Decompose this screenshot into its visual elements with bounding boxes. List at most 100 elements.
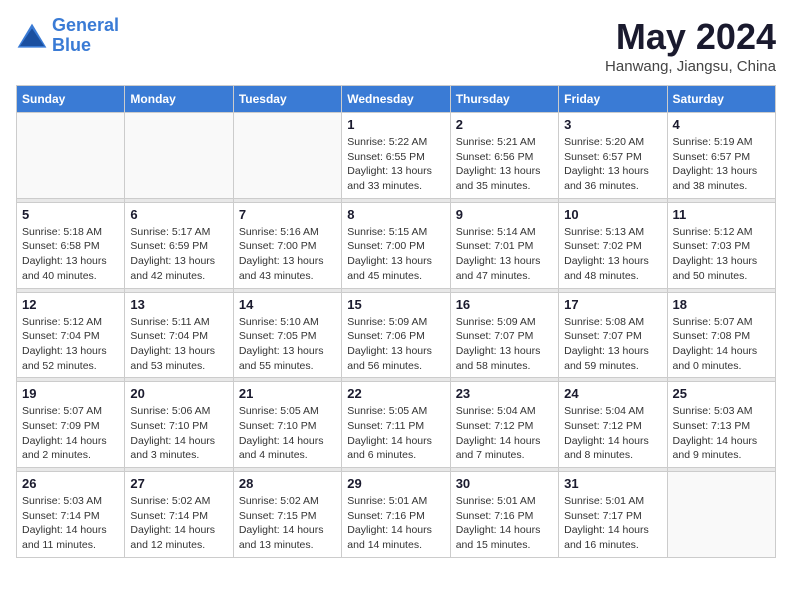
day-number: 19 — [22, 386, 119, 401]
calendar-cell: 16Sunrise: 5:09 AMSunset: 7:07 PMDayligh… — [450, 292, 558, 378]
calendar-cell: 10 Sunrise: 5:13 AMSunset: 7:02 PMDayligh… — [559, 202, 667, 288]
day-info: Sunrise: 5:01 AMSunset: 7:17 PMDaylight:… — [564, 494, 661, 553]
calendar-cell: 13Sunrise: 5:11 AMSunset: 7:04 PMDayligh… — [125, 292, 233, 378]
day-info: Sunrise: 5:01 AMSunset: 7:16 PMDaylight:… — [347, 494, 444, 553]
calendar-cell: 11Sunrise: 5:12 AMSunset: 7:03 PMDayligh… — [667, 202, 775, 288]
day-info: Sunrise: 5:08 AMSunset: 7:07 PMDaylight:… — [564, 315, 661, 374]
weekday-header: Tuesday — [233, 86, 341, 113]
logo-general: General — [52, 15, 119, 35]
calendar-cell: 31 Sunrise: 5:01 AMSunset: 7:17 PMDayligh… — [559, 472, 667, 558]
calendar-cell: 25Sunrise: 5:03 AMSunset: 7:13 PMDayligh… — [667, 382, 775, 468]
calendar-cell: 26Sunrise: 5:03 AMSunset: 7:14 PMDayligh… — [17, 472, 125, 558]
day-info: Sunrise: 5:02 AMSunset: 7:14 PMDaylight:… — [130, 494, 227, 553]
logo-text: General Blue — [52, 16, 119, 56]
calendar-cell: 27 Sunrise: 5:02 AMSunset: 7:14 PMDayligh… — [125, 472, 233, 558]
weekday-header: Sunday — [17, 86, 125, 113]
calendar-cell: 24 Sunrise: 5:04 AMSunset: 7:12 PMDayligh… — [559, 382, 667, 468]
day-info: Sunrise: 5:13 AMSunset: 7:02 PMDaylight:… — [564, 225, 661, 284]
day-info: Sunrise: 5:18 AMSunset: 6:58 PMDaylight:… — [22, 225, 119, 284]
day-info: Sunrise: 5:07 AMSunset: 7:08 PMDaylight:… — [673, 315, 770, 374]
calendar-cell — [667, 472, 775, 558]
day-info: Sunrise: 5:20 AMSunset: 6:57 PMDaylight:… — [564, 135, 661, 194]
day-info: Sunrise: 5:15 AMSunset: 7:00 PMDaylight:… — [347, 225, 444, 284]
calendar-cell: 28Sunrise: 5:02 AMSunset: 7:15 PMDayligh… — [233, 472, 341, 558]
day-number: 22 — [347, 386, 444, 401]
calendar-cell: 18 Sunrise: 5:07 AMSunset: 7:08 PMDayligh… — [667, 292, 775, 378]
day-info: Sunrise: 5:19 AMSunset: 6:57 PMDaylight:… — [673, 135, 770, 194]
weekday-header-row: SundayMondayTuesdayWednesdayThursdayFrid… — [17, 86, 776, 113]
day-number: 23 — [456, 386, 553, 401]
day-info: Sunrise: 5:12 AMSunset: 7:03 PMDaylight:… — [673, 225, 770, 284]
weekday-header: Wednesday — [342, 86, 450, 113]
day-number: 16 — [456, 297, 553, 312]
calendar-cell: 20 Sunrise: 5:06 AMSunset: 7:10 PMDayligh… — [125, 382, 233, 468]
calendar-table: SundayMondayTuesdayWednesdayThursdayFrid… — [16, 85, 776, 558]
day-number: 3 — [564, 117, 661, 132]
day-info: Sunrise: 5:11 AMSunset: 7:04 PMDaylight:… — [130, 315, 227, 374]
day-info: Sunrise: 5:06 AMSunset: 7:10 PMDaylight:… — [130, 404, 227, 463]
day-info: Sunrise: 5:17 AMSunset: 6:59 PMDaylight:… — [130, 225, 227, 284]
calendar-cell: 23 Sunrise: 5:04 AMSunset: 7:12 PMDayligh… — [450, 382, 558, 468]
calendar-week-row: 19 Sunrise: 5:07 AMSunset: 7:09 PMDayligh… — [17, 382, 776, 468]
day-number: 15 — [347, 297, 444, 312]
calendar-cell: 17 Sunrise: 5:08 AMSunset: 7:07 PMDayligh… — [559, 292, 667, 378]
day-number: 25 — [673, 386, 770, 401]
day-info: Sunrise: 5:05 AMSunset: 7:10 PMDaylight:… — [239, 404, 336, 463]
calendar-week-row: 5 Sunrise: 5:18 AMSunset: 6:58 PMDaylight… — [17, 202, 776, 288]
day-number: 20 — [130, 386, 227, 401]
weekday-header: Monday — [125, 86, 233, 113]
day-number: 27 — [130, 476, 227, 491]
day-info: Sunrise: 5:02 AMSunset: 7:15 PMDaylight:… — [239, 494, 336, 553]
calendar-cell: 14Sunrise: 5:10 AMSunset: 7:05 PMDayligh… — [233, 292, 341, 378]
calendar-cell — [233, 113, 341, 199]
calendar-cell: 2Sunrise: 5:21 AMSunset: 6:56 PMDaylight… — [450, 113, 558, 199]
day-info: Sunrise: 5:04 AMSunset: 7:12 PMDaylight:… — [564, 404, 661, 463]
calendar-cell: 1Sunrise: 5:22 AMSunset: 6:55 PMDaylight… — [342, 113, 450, 199]
calendar-cell: 5 Sunrise: 5:18 AMSunset: 6:58 PMDaylight… — [17, 202, 125, 288]
calendar-cell: 22 Sunrise: 5:05 AMSunset: 7:11 PMDayligh… — [342, 382, 450, 468]
calendar-cell: 7 Sunrise: 5:16 AMSunset: 7:00 PMDaylight… — [233, 202, 341, 288]
weekday-header: Thursday — [450, 86, 558, 113]
calendar-cell — [17, 113, 125, 199]
calendar-cell: 12Sunrise: 5:12 AMSunset: 7:04 PMDayligh… — [17, 292, 125, 378]
calendar-cell — [125, 113, 233, 199]
day-number: 14 — [239, 297, 336, 312]
day-number: 7 — [239, 207, 336, 222]
day-info: Sunrise: 5:12 AMSunset: 7:04 PMDaylight:… — [22, 315, 119, 374]
logo-blue: Blue — [52, 36, 119, 56]
day-number: 18 — [673, 297, 770, 312]
calendar-week-row: 1Sunrise: 5:22 AMSunset: 6:55 PMDaylight… — [17, 113, 776, 199]
day-number: 2 — [456, 117, 553, 132]
day-number: 30 — [456, 476, 553, 491]
day-number: 5 — [22, 207, 119, 222]
calendar-week-row: 12Sunrise: 5:12 AMSunset: 7:04 PMDayligh… — [17, 292, 776, 378]
calendar-cell: 29 Sunrise: 5:01 AMSunset: 7:16 PMDayligh… — [342, 472, 450, 558]
calendar-cell: 15 Sunrise: 5:09 AMSunset: 7:06 PMDayligh… — [342, 292, 450, 378]
day-number: 31 — [564, 476, 661, 491]
calendar-cell: 30 Sunrise: 5:01 AMSunset: 7:16 PMDayligh… — [450, 472, 558, 558]
day-info: Sunrise: 5:16 AMSunset: 7:00 PMDaylight:… — [239, 225, 336, 284]
day-number: 10 — [564, 207, 661, 222]
day-number: 4 — [673, 117, 770, 132]
day-info: Sunrise: 5:01 AMSunset: 7:16 PMDaylight:… — [456, 494, 553, 553]
day-info: Sunrise: 5:09 AMSunset: 7:06 PMDaylight:… — [347, 315, 444, 374]
day-info: Sunrise: 5:07 AMSunset: 7:09 PMDaylight:… — [22, 404, 119, 463]
day-number: 24 — [564, 386, 661, 401]
day-number: 29 — [347, 476, 444, 491]
calendar-cell: 8 Sunrise: 5:15 AMSunset: 7:00 PMDaylight… — [342, 202, 450, 288]
day-info: Sunrise: 5:04 AMSunset: 7:12 PMDaylight:… — [456, 404, 553, 463]
day-number: 1 — [347, 117, 444, 132]
day-number: 9 — [456, 207, 553, 222]
month-year-title: May 2024 — [605, 16, 776, 58]
day-info: Sunrise: 5:05 AMSunset: 7:11 PMDaylight:… — [347, 404, 444, 463]
logo: General Blue — [16, 16, 119, 56]
title-block: May 2024 Hanwang, Jiangsu, China — [605, 16, 776, 75]
location-label: Hanwang, Jiangsu, China — [605, 58, 776, 75]
day-number: 6 — [130, 207, 227, 222]
day-number: 21 — [239, 386, 336, 401]
day-number: 8 — [347, 207, 444, 222]
calendar-cell: 21 Sunrise: 5:05 AMSunset: 7:10 PMDayligh… — [233, 382, 341, 468]
day-number: 17 — [564, 297, 661, 312]
calendar-cell: 3 Sunrise: 5:20 AMSunset: 6:57 PMDaylight… — [559, 113, 667, 199]
calendar-cell: 9Sunrise: 5:14 AMSunset: 7:01 PMDaylight… — [450, 202, 558, 288]
